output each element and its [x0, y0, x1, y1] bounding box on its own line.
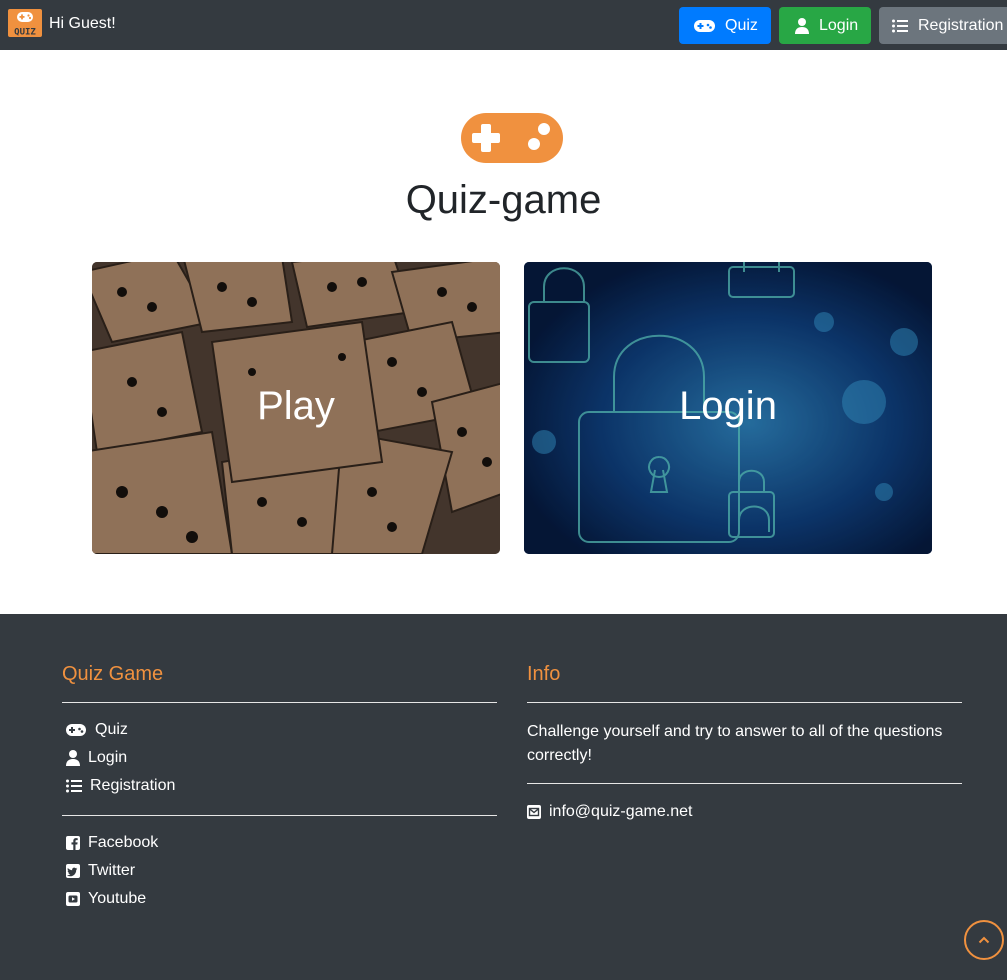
- quiz-logo[interactable]: QUIZ: [8, 9, 42, 38]
- footer-link-login[interactable]: Login: [66, 749, 127, 767]
- navbar: QUIZ Hi Guest! Quiz Login Registration: [0, 0, 1007, 50]
- facebook-icon: [66, 836, 80, 850]
- footer-link-twitter-label: Twitter: [88, 862, 136, 879]
- login-card[interactable]: Login: [524, 262, 932, 554]
- footer-link-youtube[interactable]: Youtube: [66, 890, 146, 908]
- list-icon: [66, 779, 82, 793]
- footer-link-quiz-label: Quiz: [95, 721, 128, 738]
- nav-registration-label: Registration: [918, 16, 1004, 34]
- footer-link-quiz[interactable]: Quiz: [66, 721, 128, 739]
- page-title: Quiz-game: [405, 178, 602, 222]
- nav-login-button[interactable]: Login: [779, 7, 871, 44]
- play-card[interactable]: Play: [92, 262, 500, 554]
- footer-divider: [62, 702, 497, 703]
- nav-quiz-label: Quiz: [725, 16, 758, 34]
- user-icon: [66, 750, 80, 766]
- footer-link-twitter[interactable]: Twitter: [66, 862, 135, 880]
- gamepad-icon: [461, 113, 563, 163]
- greeting-text: Hi Guest!: [49, 15, 116, 32]
- user-icon: [795, 17, 809, 34]
- twitter-icon: [66, 864, 80, 878]
- logo-text: QUIZ: [14, 28, 36, 38]
- footer-heading-quiz-game: Quiz Game: [62, 663, 164, 685]
- footer-divider: [527, 783, 962, 784]
- footer-link-registration-label: Registration: [90, 777, 176, 794]
- footer-divider: [62, 815, 497, 816]
- info-text: Challenge yourself and try to answer to …: [527, 723, 943, 764]
- nav-registration-button[interactable]: Registration: [879, 7, 1007, 44]
- footer-heading-info: Info: [527, 663, 561, 685]
- footer-link-facebook-label: Facebook: [88, 834, 159, 851]
- chevron-up-icon: [978, 936, 990, 944]
- email-label: info@quiz-game.net: [549, 803, 693, 820]
- gamepad-icon: [694, 19, 715, 32]
- nav-login-label: Login: [819, 16, 859, 34]
- footer-link-registration[interactable]: Registration: [66, 777, 175, 795]
- envelope-icon: [527, 805, 541, 819]
- footer-link-facebook[interactable]: Facebook: [66, 834, 158, 852]
- back-to-top-button[interactable]: [964, 920, 1004, 960]
- footer-link-login-label: Login: [88, 749, 128, 766]
- youtube-icon: [66, 892, 80, 906]
- login-card-label: Login: [679, 384, 777, 428]
- gamepad-icon: [66, 724, 86, 736]
- list-icon: [892, 19, 908, 32]
- footer-divider: [527, 702, 962, 703]
- nav-quiz-button[interactable]: Quiz: [679, 7, 771, 44]
- email-link[interactable]: info@quiz-game.net: [527, 803, 692, 821]
- footer-link-youtube-label: Youtube: [88, 890, 147, 907]
- footer: Quiz Game Quiz Login Registration Facebo…: [0, 614, 1007, 980]
- play-card-label: Play: [257, 384, 335, 428]
